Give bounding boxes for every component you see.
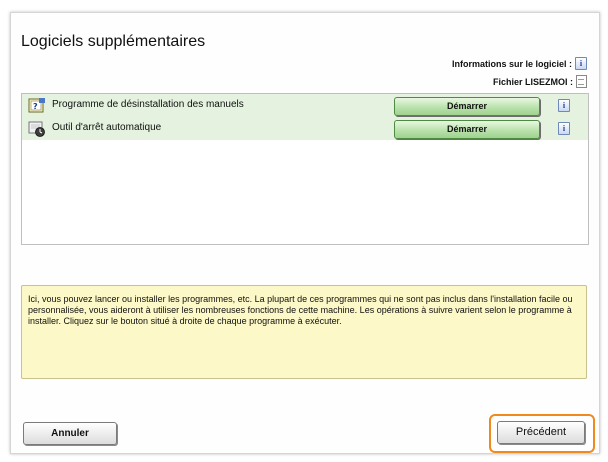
start-uninstaller-button[interactable]: Démarrer (394, 97, 540, 116)
auto-shutdown-icon (28, 121, 45, 137)
dialog-window: Logiciels supplémentaires Informations s… (10, 12, 600, 454)
uninstaller-icon: ? (28, 98, 45, 113)
program-row-auto-shutdown: Outil d'arrêt automatique Démarrer i (22, 117, 588, 140)
software-info-line: Informations sur le logiciel : i (452, 57, 587, 70)
program-row-uninstaller: ? Programme de désinstallation des manue… (22, 94, 588, 117)
program-label: Programme de désinstallation des manuels (52, 99, 244, 110)
previous-button[interactable]: Précédent (497, 421, 585, 444)
readme-line: Fichier LISEZMOI : (493, 75, 587, 88)
software-info-label: Informations sur le logiciel : (451, 58, 572, 69)
info-icon[interactable]: i (558, 99, 570, 112)
start-auto-shutdown-button[interactable]: Démarrer (394, 120, 540, 139)
info-icon[interactable]: i (575, 57, 587, 70)
cancel-button[interactable]: Annuler (23, 422, 117, 445)
dialog-title: Logiciels supplémentaires (21, 33, 206, 50)
readme-file-icon[interactable] (576, 75, 587, 88)
description-note: Ici, vous pouvez lancer ou installer les… (21, 285, 587, 379)
svg-text:?: ? (33, 102, 38, 111)
info-icon[interactable]: i (558, 122, 570, 135)
readme-label: Fichier LISEZMOI : (492, 76, 573, 87)
program-list: ? Programme de désinstallation des manue… (21, 93, 589, 245)
program-label: Outil d'arrêt automatique (52, 122, 162, 133)
